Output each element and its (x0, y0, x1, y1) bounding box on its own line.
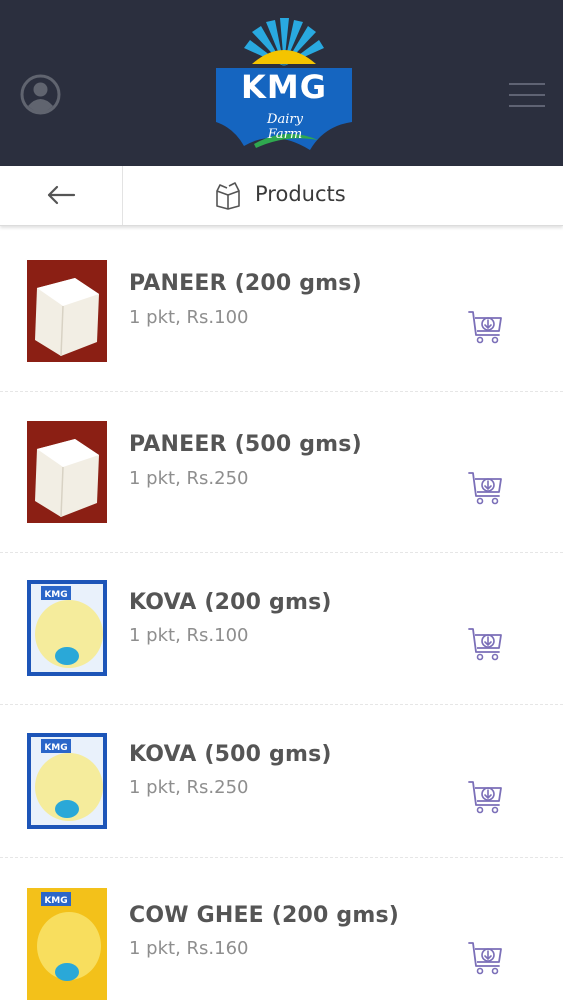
product-detail: 1 pkt, Rs.250 (129, 468, 249, 489)
product-row[interactable]: KMG KOVA (500 gms) 1 pkt, Rs.250 (0, 705, 563, 858)
svg-text:KMG: KMG (44, 896, 67, 906)
logo-sub-text: Dairy Farm (252, 112, 318, 142)
add-to-cart-icon[interactable] (468, 470, 504, 506)
arrow-left-icon (47, 185, 76, 205)
app-header: KMG Dairy Farm (0, 0, 563, 166)
kova-image: KMG (27, 580, 107, 676)
hamburger-menu-icon[interactable] (509, 83, 545, 107)
add-to-cart-icon[interactable] (468, 309, 504, 345)
product-name: PANEER (200 gms) (129, 271, 362, 296)
ghee-image: KMG (27, 888, 107, 1000)
logo-sub-line-1: Dairy (267, 112, 303, 127)
product-name: KOVA (500 gms) (129, 742, 332, 767)
product-row[interactable]: KMG KOVA (200 gms) 1 pkt, Rs.100 (0, 553, 563, 705)
logo-brand-text: KMG (241, 68, 327, 106)
add-to-cart-icon[interactable] (468, 940, 504, 976)
add-to-cart-icon[interactable] (468, 779, 504, 815)
back-button[interactable] (0, 166, 123, 225)
product-name: COW GHEE (200 gms) (129, 903, 400, 928)
user-avatar-icon[interactable] (20, 74, 61, 115)
product-name: KOVA (200 gms) (129, 590, 332, 615)
paneer-image (27, 260, 107, 362)
product-detail: 1 pkt, Rs.100 (129, 625, 249, 646)
paneer-image (27, 421, 107, 523)
svg-text:KMG: KMG (44, 743, 67, 753)
product-detail: 1 pkt, Rs.100 (129, 307, 249, 328)
kova-image: KMG (27, 733, 107, 829)
logo-sub-line-2: Farm (267, 127, 303, 142)
page-title-bar: Products (0, 166, 563, 226)
product-name: PANEER (500 gms) (129, 432, 362, 457)
add-to-cart-icon[interactable] (468, 626, 504, 662)
box-icon (216, 182, 240, 210)
product-detail: 1 pkt, Rs.250 (129, 777, 249, 798)
product-row[interactable]: PANEER (500 gms) 1 pkt, Rs.250 (0, 392, 563, 553)
product-row[interactable]: PANEER (200 gms) 1 pkt, Rs.100 (0, 227, 563, 392)
svg-text:KMG: KMG (44, 590, 67, 600)
product-row[interactable]: KMG COW GHEE (200 gms) 1 pkt, Rs.160 (0, 858, 563, 1000)
product-detail: 1 pkt, Rs.160 (129, 938, 249, 959)
page-title: Products (255, 182, 346, 206)
kmg-logo: KMG Dairy Farm (214, 18, 354, 154)
